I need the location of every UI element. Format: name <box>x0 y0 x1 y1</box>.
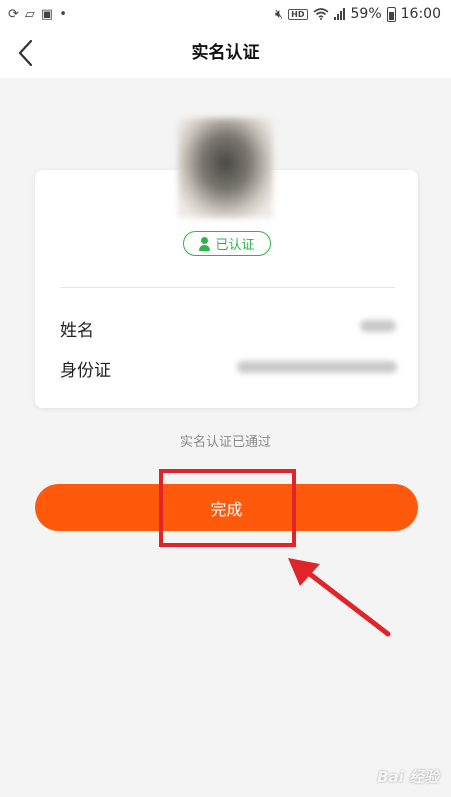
status-right: 🔇︎ HD 59% 16:00 <box>275 6 441 22</box>
id-card-label: 身份证 <box>60 361 111 381</box>
avatar <box>178 118 273 218</box>
battery-icon <box>386 6 396 22</box>
card-divider <box>60 287 395 288</box>
clock: 16:00 <box>400 6 441 22</box>
hd-icon: HD <box>288 8 308 20</box>
person-icon <box>199 236 211 251</box>
dot-icon: • <box>59 6 67 22</box>
annotation-highlight-box <box>159 469 296 547</box>
watermark-logo: Bai 经验 <box>377 768 439 786</box>
signal-icon <box>333 8 345 20</box>
image-icon: ▣ <box>40 6 54 22</box>
name-label: 姓名 <box>60 321 94 341</box>
page-title: 实名认证 <box>191 43 260 63</box>
id-card-value-redacted <box>237 361 397 373</box>
verified-label: 已认证 <box>215 238 255 253</box>
mute-icon: 🔇︎ <box>274 6 284 22</box>
status-bar: ⟳ ▱ ▣ • 🔇︎ HD 59% 16:00 <box>0 0 451 28</box>
nav-bar: 实名认证 <box>0 28 451 78</box>
wifi-icon <box>312 8 329 20</box>
folder-icon: ▱ <box>24 6 35 22</box>
verification-status-text: 实名认证已通过 <box>179 435 271 450</box>
sync-icon: ⟳ <box>8 6 19 22</box>
verified-badge: 已认证 <box>183 231 271 256</box>
name-value-redacted <box>360 320 396 332</box>
battery-percent: 59% <box>350 6 382 22</box>
annotation-arrow-icon <box>288 558 391 637</box>
chevron-left-icon <box>18 39 33 67</box>
status-left: ⟳ ▱ ▣ • <box>8 8 67 21</box>
back-button[interactable] <box>10 36 40 70</box>
